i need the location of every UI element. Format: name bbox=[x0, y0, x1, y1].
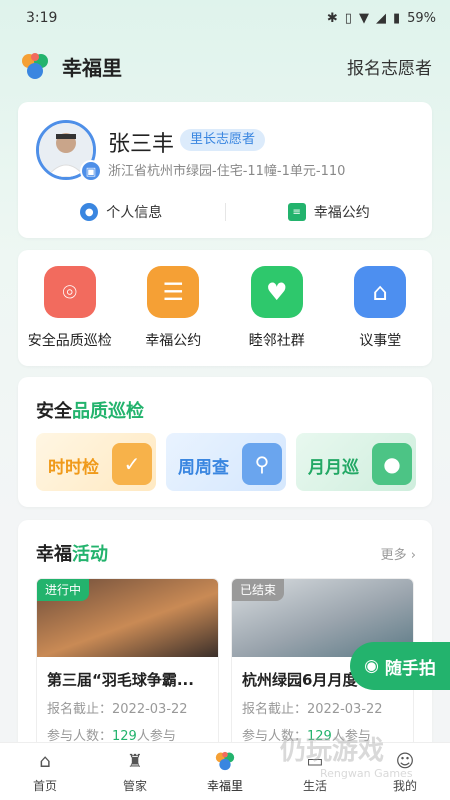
inspect-label: 月月巡 bbox=[308, 458, 359, 478]
tab-happiness[interactable]: 幸福里 bbox=[189, 749, 261, 794]
profile-links: ● 个人信息 ≡ 幸福公约 bbox=[18, 198, 432, 226]
menu-label: 议事堂 bbox=[359, 333, 402, 349]
activity-photo: 进行中 bbox=[37, 579, 218, 657]
activities-title: 幸福活动 bbox=[36, 540, 108, 566]
title-plain: 幸福 bbox=[36, 544, 72, 565]
camera-icon: ◉ bbox=[364, 656, 379, 676]
wifi-icon: ▼ bbox=[358, 10, 369, 26]
inspect-monthly[interactable]: 月月巡 ● bbox=[296, 433, 416, 491]
logo-icon bbox=[213, 749, 237, 773]
inspect-label: 时时检 bbox=[48, 458, 99, 478]
tab-butler[interactable]: ♜ 管家 bbox=[99, 749, 171, 794]
bottom-tab-bar: ⌂ 首页 ♜ 管家 幸福里 ▭ 生活 ☺ 我的 bbox=[0, 742, 450, 800]
verified-building-icon: ▣ bbox=[80, 160, 102, 182]
role-badge: 里长志愿者 bbox=[180, 129, 266, 151]
personal-info-link[interactable]: ● 个人信息 bbox=[18, 202, 225, 222]
house-chat-icon: ⌂ bbox=[354, 266, 407, 318]
menu-card: ⌾ 安全品质巡检 ☰ 幸福公约 ♥ 睦邻社群 ⌂ 议事堂 bbox=[18, 250, 432, 366]
battery-icon: ▮ bbox=[392, 10, 401, 26]
personal-info-label: 个人信息 bbox=[106, 205, 163, 221]
more-label: 更多 bbox=[380, 548, 407, 563]
inspect-hourly[interactable]: 时时检 ✓ bbox=[36, 433, 156, 491]
chat-heart-icon: ♥ bbox=[250, 266, 303, 318]
app-header: 幸福里 报名志愿者 bbox=[0, 38, 450, 94]
menu-label: 安全品质巡检 bbox=[27, 333, 112, 349]
home-icon: ⌂ bbox=[39, 750, 51, 772]
status-bar: 3:19 ✱ ▯ ▼ ◢ ▮ 59% bbox=[0, 0, 450, 36]
happiness-pact-label: 幸福公约 bbox=[313, 205, 370, 221]
activities-card: 幸福活动 更多 › 进行中 第三届“羽毛球争霸... 报名截止：2022-03-… bbox=[18, 520, 432, 778]
checklist-icon: ✓ bbox=[112, 443, 152, 485]
chevron-right-icon: › bbox=[410, 548, 416, 563]
snap-photo-button[interactable]: ◉ 随手拍 bbox=[350, 642, 450, 690]
document-icon: ≡ bbox=[287, 203, 306, 221]
signal-icon: ◢ bbox=[375, 10, 386, 26]
document-star-icon: ☰ bbox=[147, 266, 200, 318]
tab-life[interactable]: ▭ 生活 bbox=[279, 749, 351, 794]
activity-deadline: 报名截止：2022-03-22 bbox=[47, 702, 188, 717]
snap-label: 随手拍 bbox=[384, 658, 436, 679]
activity-participants: 参与人数：129人参与 bbox=[37, 717, 218, 744]
menu-label: 睦邻社群 bbox=[248, 333, 305, 349]
status-badge: 进行中 bbox=[37, 579, 90, 601]
inspection-row: 时时检 ✓ 周周查 ⚲ 月月巡 ● bbox=[36, 433, 416, 491]
tab-profile[interactable]: ☺ 我的 bbox=[369, 749, 441, 794]
tab-home[interactable]: ⌂ 首页 bbox=[9, 749, 81, 794]
status-time: 3:19 bbox=[26, 10, 58, 26]
location-pin-icon: ⌾ bbox=[43, 266, 96, 318]
life-icon: ▭ bbox=[306, 750, 324, 772]
app-logo-icon bbox=[18, 49, 52, 83]
activity-deadline: 报名截止：2022-03-22 bbox=[242, 702, 383, 717]
person-icon: ● bbox=[80, 203, 99, 221]
user-address: 浙江省杭州市绿园-住宅-11幢-1单元-110 bbox=[108, 164, 346, 179]
menu-label: 幸福公约 bbox=[145, 333, 202, 349]
more-activities-link[interactable]: 更多 › bbox=[381, 544, 416, 563]
menu-item-safety-inspection[interactable]: ⌾ 安全品质巡检 bbox=[20, 266, 120, 350]
status-icons: ✱ ▯ ▼ ◢ ▮ 59% bbox=[327, 11, 436, 26]
happiness-pact-link[interactable]: ≡ 幸福公约 bbox=[226, 202, 433, 222]
title-accent: 品质巡检 bbox=[72, 401, 144, 422]
title-accent: 活动 bbox=[72, 544, 108, 565]
profile-card: ▣ 张三丰 里长志愿者 浙江省杭州市绿园-住宅-11幢-1单元-110 ● 个人… bbox=[18, 102, 432, 238]
user-name: 张三丰 bbox=[108, 132, 175, 157]
inspection-card: 安全品质巡检 时时检 ✓ 周周查 ⚲ 月月巡 ● bbox=[18, 377, 432, 507]
bluetooth-icon: ✱ bbox=[326, 10, 338, 26]
tab-label: 首页 bbox=[32, 779, 57, 793]
magnifier-icon: ⚲ bbox=[242, 443, 282, 485]
map-pin-icon: ● bbox=[372, 443, 412, 485]
tab-label: 幸福里 bbox=[206, 779, 243, 793]
menu-item-happiness-pact[interactable]: ☰ 幸福公约 bbox=[123, 266, 223, 350]
vibrate-icon: ▯ bbox=[344, 10, 352, 26]
activity-participants: 参与人数：129人参与 bbox=[232, 717, 413, 744]
inspect-label: 周周查 bbox=[178, 458, 229, 478]
tab-label: 我的 bbox=[392, 779, 417, 793]
menu-item-council-hall[interactable]: ⌂ 议事堂 bbox=[330, 266, 430, 350]
inspection-title: 安全品质巡检 bbox=[36, 397, 144, 423]
status-badge: 已结束 bbox=[232, 579, 285, 601]
register-volunteer-button[interactable]: 报名志愿者 bbox=[347, 54, 432, 79]
tab-label: 生活 bbox=[302, 779, 327, 793]
profile-icon: ☺ bbox=[395, 750, 415, 772]
inspect-weekly[interactable]: 周周查 ⚲ bbox=[166, 433, 286, 491]
tab-label: 管家 bbox=[122, 779, 147, 793]
page-title: 幸福里 bbox=[62, 55, 122, 80]
menu-item-neighbor-community[interactable]: ♥ 睦邻社群 bbox=[227, 266, 327, 350]
activity-title: 第三届“羽毛球争霸... bbox=[47, 671, 194, 689]
butler-icon: ♜ bbox=[126, 750, 144, 772]
title-plain: 安全 bbox=[36, 401, 72, 422]
battery-level: 59% bbox=[407, 10, 436, 26]
